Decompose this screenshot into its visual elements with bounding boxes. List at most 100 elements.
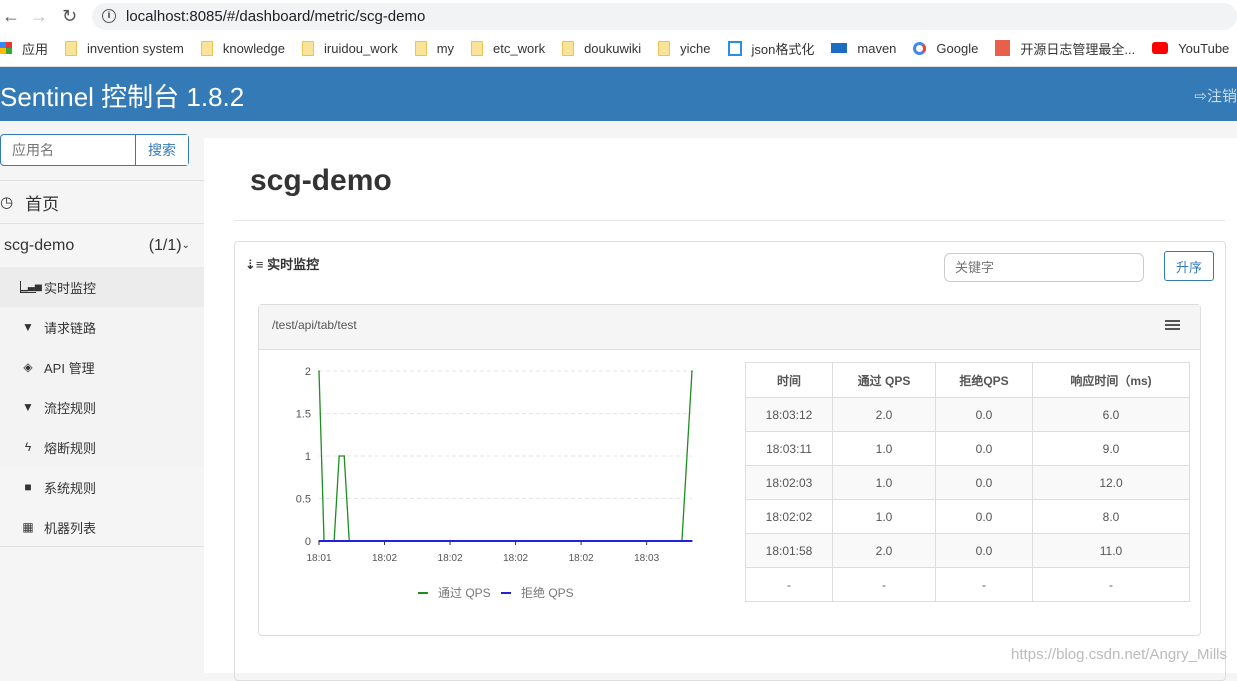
address-bar[interactable]: i localhost:8085/#/dashboard/metric/scg-d…: [92, 3, 1237, 30]
sidebar-item-3[interactable]: ▼ 流控规则: [0, 387, 204, 427]
menu-icon[interactable]: [1165, 320, 1180, 332]
table-cell: 0.0: [935, 465, 1033, 500]
app-header: Sentinel 控制台 1.8.2 ⇨注销: [0, 67, 1237, 121]
data-point: [691, 540, 693, 542]
legend-label: 通过 QPS: [438, 586, 491, 600]
reload-icon[interactable]: ↻: [62, 6, 77, 27]
x-tick-label: 18:03: [634, 553, 659, 564]
folder-icon: [302, 40, 314, 56]
tags-icon: ◈: [23, 360, 33, 374]
forward-icon[interactable]: →: [30, 6, 48, 27]
table-row: ----: [745, 567, 1190, 602]
table-cell: 18:01:58: [745, 533, 833, 568]
table-cell: -: [1032, 567, 1190, 602]
watermark: https://blog.csdn.net/Angry_Mills: [1011, 646, 1227, 663]
qps-chart: 0 0.5 1 1.5 2 18:01 18:02 18:02 18:02 18:02 18:03 通…: [296, 366, 693, 600]
table-cell: 0.0: [935, 397, 1033, 432]
table-cell: 1.0: [832, 499, 936, 534]
th-list-icon: ▦: [22, 520, 34, 534]
apps-icon: [0, 42, 12, 54]
sort-icon: ⇣≡: [245, 257, 268, 272]
lock-icon: ■: [24, 480, 32, 494]
folder-icon: [65, 40, 78, 56]
bookmark-5[interactable]: etc_work: [471, 40, 545, 56]
bookmark-10[interactable]: Google: [913, 41, 978, 56]
x-tick-label: 18:01: [306, 553, 331, 564]
table-row: 18:03:12 2.0 0.0 6.0: [745, 397, 1190, 432]
folder-icon: [658, 40, 671, 56]
page-title: scg-demo: [250, 164, 392, 197]
bar-chart-icon: ▁▃▅: [20, 281, 42, 293]
sidebar-item-5[interactable]: ■ 系统规则: [0, 467, 204, 507]
youtube-icon: [1152, 42, 1169, 54]
sidebar-app-scg-demo[interactable]: scg-demo (1/1) ⌄: [0, 223, 204, 267]
app-search-input[interactable]: [1, 135, 135, 165]
back-icon[interactable]: ←: [2, 6, 20, 27]
bookmark-2[interactable]: knowledge: [200, 40, 285, 56]
data-point: [318, 540, 320, 542]
bookmark-1[interactable]: invention system: [65, 40, 184, 56]
sidebar-item-label: 请求链路: [44, 320, 97, 336]
y-tick-label: 0.5: [296, 494, 311, 506]
y-tick-label: 1: [305, 451, 311, 463]
brand-title[interactable]: Sentinel 控制台 1.8.2: [0, 77, 244, 114]
data-point: [338, 455, 340, 457]
bookmark-8[interactable]: json格式化: [727, 39, 814, 58]
sidebar-item-label: 系统规则: [44, 480, 97, 496]
app-count: (1/1): [148, 236, 182, 254]
table-cell: 0.0: [935, 431, 1033, 466]
filter-icon: ▼: [22, 400, 34, 414]
bookmark-7[interactable]: yiche: [658, 40, 711, 56]
bookmark-6[interactable]: doukuwiki: [562, 40, 641, 56]
data-point: [343, 455, 346, 457]
folder-icon: [414, 40, 427, 56]
column-header[interactable]: 通过 QPS: [832, 362, 936, 398]
data-point: [348, 540, 351, 542]
sidebar-item-label: API 管理: [44, 360, 95, 376]
table-cell: 6.0: [1032, 397, 1190, 432]
info-icon[interactable]: i: [102, 9, 116, 23]
x-tick-label: 18:02: [372, 553, 397, 564]
table-row: 18:03:11 1.0 0.0 9.0: [745, 431, 1190, 466]
table-cell: 0.0: [935, 533, 1033, 568]
sidebar-item-1[interactable]: ▼ 请求链路: [0, 307, 204, 347]
sidebar-item-2[interactable]: ◈ API 管理: [0, 347, 204, 387]
resource-panel-header: [259, 305, 1200, 350]
column-header[interactable]: 响应时间（ms): [1032, 362, 1190, 398]
bookmark-11[interactable]: 开源日志管理最全...: [995, 39, 1135, 58]
legend-label: 拒绝 QPS: [521, 585, 574, 600]
sort-asc-button[interactable]: 升序: [1164, 251, 1214, 281]
sidebar: 搜索 ◷首页 scg-demo(1/1)⌄ ▁▃▅实时监控 ▼ 请求链路 ◈ API 管…: [0, 121, 204, 673]
column-header[interactable]: 时间: [745, 362, 833, 398]
bookmark-0[interactable]: 应用: [0, 39, 48, 58]
x-tick-label: 18:02: [438, 553, 463, 564]
table-row: 18:02:02 1.0 0.0 8.0: [745, 499, 1190, 534]
bookmark-4[interactable]: my: [414, 40, 454, 56]
table-row: 18:02:03 1.0 0.0 12.0: [745, 465, 1190, 500]
sidebar-item-label: 流控规则: [44, 400, 97, 416]
keyword-input[interactable]: [944, 253, 1144, 282]
chevron-down-icon: ⌄: [181, 240, 190, 251]
table-cell: -: [935, 567, 1033, 602]
bookmark-9[interactable]: maven: [831, 41, 896, 56]
bookmark-3[interactable]: iruidou_work: [302, 40, 398, 56]
search-button[interactable]: 搜索: [135, 135, 188, 165]
sidebar-item-6[interactable]: ▦ 机器列表: [0, 507, 204, 547]
x-tick-label: 18:02: [503, 553, 528, 564]
logout-link[interactable]: ⇨注销: [1194, 85, 1237, 106]
jianshu-icon: [995, 40, 1011, 56]
x-tick-label: 18:02: [569, 553, 594, 564]
data-point: [318, 370, 320, 372]
dashboard-icon: ◷: [0, 194, 14, 211]
sidebar-item-label: 机器列表: [44, 520, 97, 536]
y-tick-label: 2: [305, 366, 311, 378]
sidebar-item-0[interactable]: ▁▃▅ 实时监控: [0, 267, 204, 307]
resource-name: /test/api/tab/test: [272, 318, 357, 332]
sidebar-item-4[interactable]: ϟ 熔断规则: [0, 427, 204, 467]
table-cell: -: [745, 567, 833, 602]
sidebar-item-home[interactable]: ◷ 首页: [0, 180, 204, 223]
column-header[interactable]: 拒绝QPS: [935, 362, 1033, 398]
section-title: ⇣≡ 实时监控: [245, 257, 320, 272]
bookmark-12[interactable]: YouTube: [1152, 41, 1229, 56]
sidebar-item-label: 熔断规则: [44, 440, 97, 456]
